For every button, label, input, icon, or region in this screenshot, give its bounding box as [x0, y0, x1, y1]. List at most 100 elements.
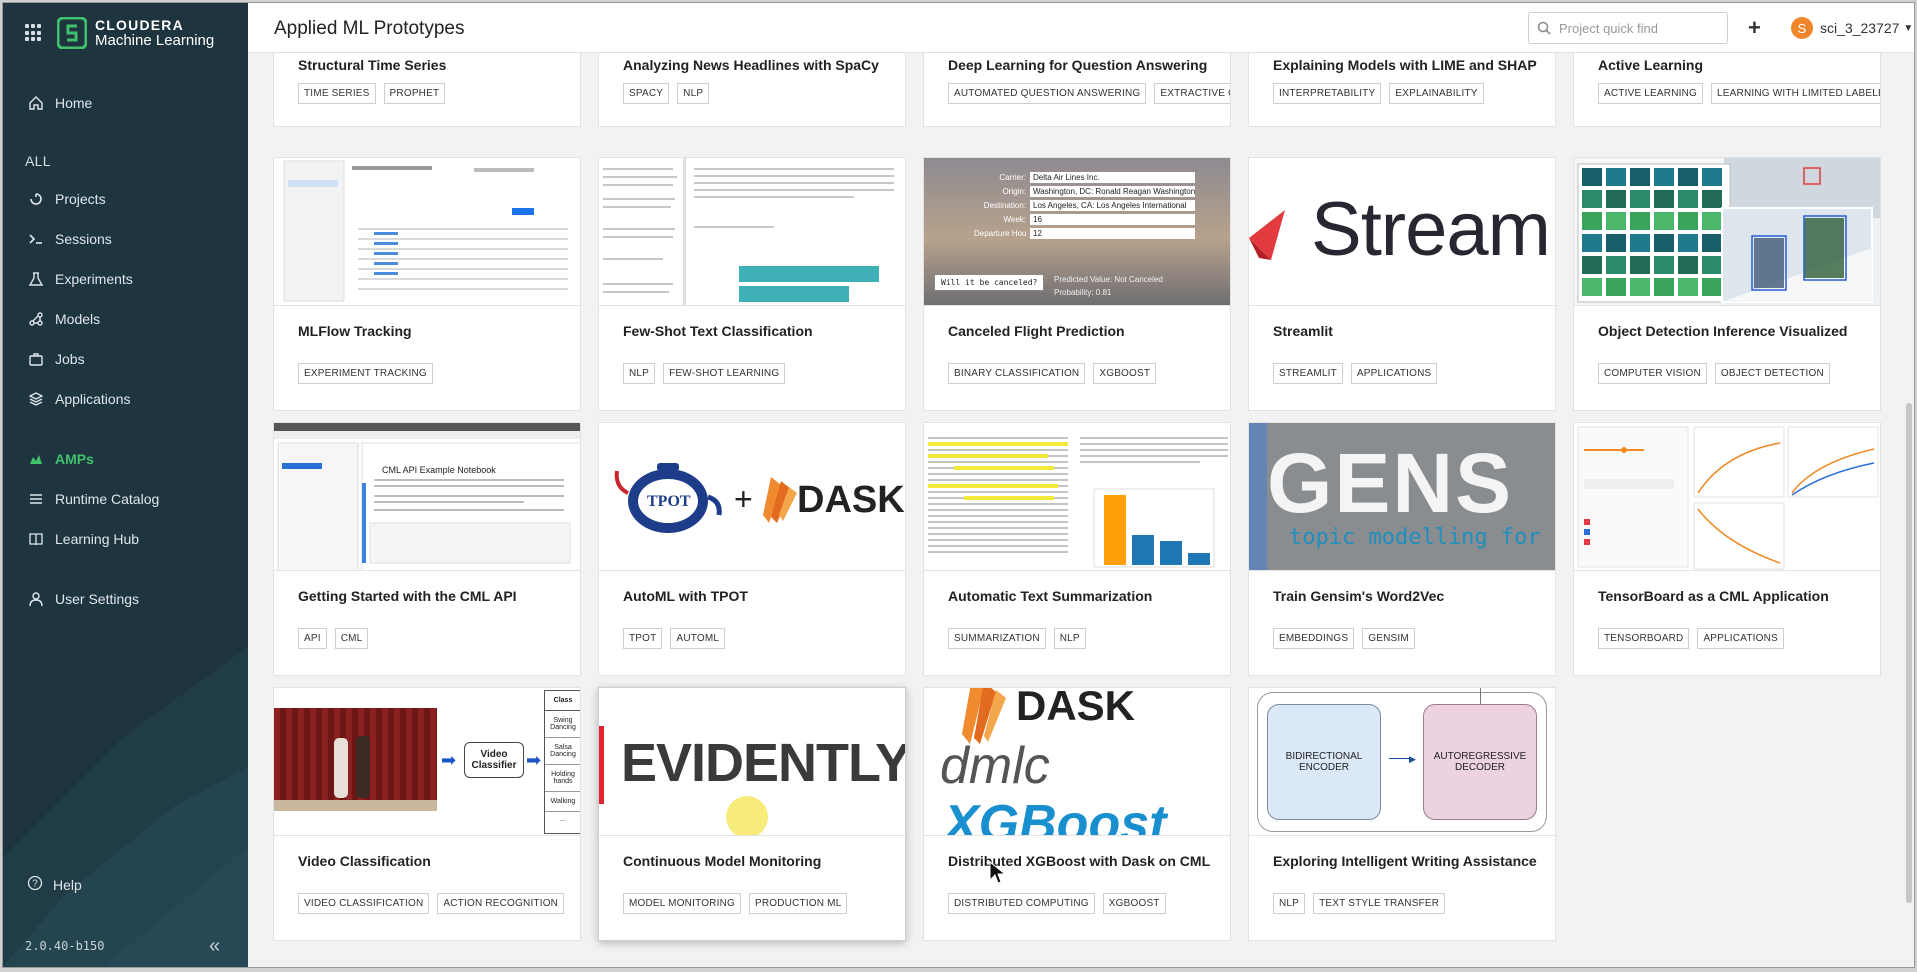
card-tag: SUMMARIZATION	[948, 628, 1046, 649]
dmlc-logo-text: dmlc	[940, 737, 1050, 795]
amp-card[interactable]: CML API Example Notebook Getting Started…	[273, 422, 581, 676]
amp-card[interactable]: Explaining Models with LIME and SHAP INT…	[1248, 53, 1556, 127]
card-thumbnail: Carrier: Delta Air Lines Inc. Origin: Wash…	[924, 158, 1230, 306]
sidebar-item-projects[interactable]: Projects	[3, 179, 248, 219]
detection-tile	[1702, 234, 1722, 252]
card-title: Automatic Text Summarization	[948, 588, 1153, 604]
amp-card[interactable]: EVIDENTLY Continuous Model Monitoring MO…	[598, 687, 906, 941]
sidebar-item-user-settings[interactable]: User Settings	[3, 579, 248, 619]
collapse-sidebar-icon[interactable]: «	[209, 935, 220, 958]
card-title: Explaining Models with LIME and SHAP	[1273, 57, 1537, 73]
detection-tile	[1582, 190, 1602, 208]
detection-tile	[1582, 168, 1602, 186]
detection-tile	[1606, 278, 1626, 296]
card-tag: XGBOOST	[1093, 363, 1157, 384]
sidebar-nav: Home ALL Projects Sessions Experiments M…	[3, 83, 248, 619]
amp-card[interactable]: ➡ Video Classifier ➡ Class Swing Dancing…	[273, 687, 581, 941]
user-menu[interactable]: S sci_3_23727 ▼	[1791, 17, 1913, 39]
sidebar-item-amps[interactable]: AMPs	[3, 439, 248, 479]
sidebar-item-home[interactable]: Home	[3, 83, 248, 123]
flight-dep-label: Departure Hour:	[974, 229, 1026, 238]
amp-card[interactable]: TensorBoard as a CML Application TENSORB…	[1573, 422, 1881, 676]
folder-icon	[27, 190, 45, 208]
flight-dest-label: Destination:	[983, 201, 1026, 210]
sidebar-item-runtime-catalog[interactable]: Runtime Catalog	[3, 479, 248, 519]
username: sci_3_23727	[1820, 20, 1900, 36]
card-thumbnail: BIDIRECTIONAL ENCODER ▶ AUTOREGRESSIVE D…	[1249, 688, 1555, 836]
card-title: Getting Started with the CML API	[298, 588, 517, 604]
amp-card[interactable]: TPOT + DASK AutoML with TPOT TPOT AUTOML	[598, 422, 906, 676]
flight-probability: Probability: 0.81	[1054, 288, 1112, 297]
amp-card[interactable]: GENS topic modelling for Train Gensim's …	[1248, 422, 1556, 676]
gensim-subtitle: topic modelling for	[1289, 525, 1541, 550]
sidebar-item-applications[interactable]: Applications	[3, 379, 248, 419]
amp-card[interactable]: DASK dmlc XGBoost Distributed XGBoost wi…	[923, 687, 1231, 941]
search-input[interactable]	[1559, 20, 1719, 36]
card-tag: PRODUCTION ML	[748, 893, 848, 914]
detection-tile	[1606, 212, 1626, 230]
card-tag: TENSORBOARD	[1598, 628, 1690, 649]
app-grid-icon[interactable]	[25, 24, 43, 42]
sidebar-item-sessions[interactable]: Sessions	[3, 219, 248, 259]
card-tag: NLP	[1053, 628, 1086, 649]
card-title: Few-Shot Text Classification	[623, 323, 813, 339]
amp-card[interactable]: Deep Learning for Question Answering AUT…	[923, 53, 1231, 127]
amp-card[interactable]: Few-Shot Text Classification NLP FEW-SHOT…	[598, 157, 906, 411]
sidebar-item-models[interactable]: Models	[3, 299, 248, 339]
amp-card[interactable]: Automatic Text Summarization SUMMARIZATI…	[923, 422, 1231, 676]
amp-card[interactable]: BIDIRECTIONAL ENCODER ▶ AUTOREGRESSIVE D…	[1248, 687, 1556, 941]
avatar: S	[1791, 17, 1813, 39]
card-title: TensorBoard as a CML Application	[1598, 588, 1829, 604]
amp-card[interactable]: Analyzing News Headlines with SpaCy SPAC…	[598, 53, 906, 127]
amp-card[interactable]: Active Learning ACTIVE LEARNING LEARNING …	[1573, 53, 1881, 127]
detection-tile	[1702, 256, 1722, 274]
detection-tile	[1630, 278, 1650, 296]
detection-tile	[1702, 212, 1722, 230]
detection-tile	[1678, 234, 1698, 252]
card-tag: TPOT	[623, 628, 663, 649]
video-class-item: ...	[560, 816, 566, 823]
sidebar-item-help[interactable]: ? Help	[27, 875, 82, 894]
sidebar-item-experiments[interactable]: Experiments	[3, 259, 248, 299]
detection-tile	[1582, 234, 1602, 252]
card-thumbnail: ➡ Video Classifier ➡ Class Swing Dancing…	[274, 688, 580, 836]
sidebar-item-label: Models	[55, 311, 101, 327]
sidebar-item-label: Runtime Catalog	[55, 491, 160, 507]
amp-card[interactable]: MLFlow Tracking EXPERIMENT TRACKING	[273, 157, 581, 411]
project-search[interactable]	[1528, 12, 1728, 44]
brand-line1: CLOUDERA	[95, 17, 184, 33]
card-thumbnail	[1574, 158, 1880, 306]
card-tag: EMBEDDINGS	[1273, 628, 1355, 649]
video-class-item: Walking	[545, 792, 580, 812]
video-class-header: Class	[545, 691, 580, 711]
card-thumbnail	[599, 158, 905, 306]
amp-card[interactable]: Carrier: Delta Air Lines Inc. Origin: Wash…	[923, 157, 1231, 411]
card-thumbnail: TPOT + DASK	[599, 423, 905, 571]
brand[interactable]: CLOUDERA Machine Learning	[25, 9, 214, 57]
card-tag: MODEL MONITORING	[623, 893, 741, 914]
detection-tile	[1702, 190, 1722, 208]
detection-tile	[1606, 234, 1626, 252]
book-icon	[27, 530, 45, 548]
sidebar-item-learning-hub[interactable]: Learning Hub	[3, 519, 248, 559]
sidebar-item-label: Experiments	[55, 271, 133, 287]
scrollbar[interactable]	[1906, 403, 1912, 903]
card-tag: COMPUTER VISION	[1598, 363, 1707, 384]
cml-notebook-title: CML API Example Notebook	[382, 465, 496, 475]
sidebar-item-jobs[interactable]: Jobs	[3, 339, 248, 379]
top-header: Applied ML Prototypes + S sci_3_23727 ▼	[248, 3, 1914, 53]
card-title: Deep Learning for Question Answering	[948, 57, 1208, 73]
amp-card[interactable]: Stream Streamlit STREAMLIT APPLICATIONS	[1248, 157, 1556, 411]
card-tag: PROPHET	[383, 83, 446, 104]
streamlit-logo-text: Stream	[1311, 187, 1551, 272]
amp-card[interactable]: Structural Time Series TIME SERIES PROPHE…	[273, 53, 581, 127]
card-tag: LEARNING WITH LIMITED LABELED DAT	[1711, 83, 1880, 104]
home-icon	[27, 94, 45, 112]
detection-tile	[1606, 168, 1626, 186]
add-button[interactable]: +	[1748, 15, 1761, 41]
card-tag: APPLICATIONS	[1697, 628, 1784, 649]
amp-card[interactable]: Object Detection Inference Visualized CO…	[1573, 157, 1881, 411]
flight-predicted-value: Predicted Value: Not Canceled	[1054, 275, 1163, 284]
card-tag: AUTOML	[670, 628, 726, 649]
detection-tile	[1654, 168, 1674, 186]
